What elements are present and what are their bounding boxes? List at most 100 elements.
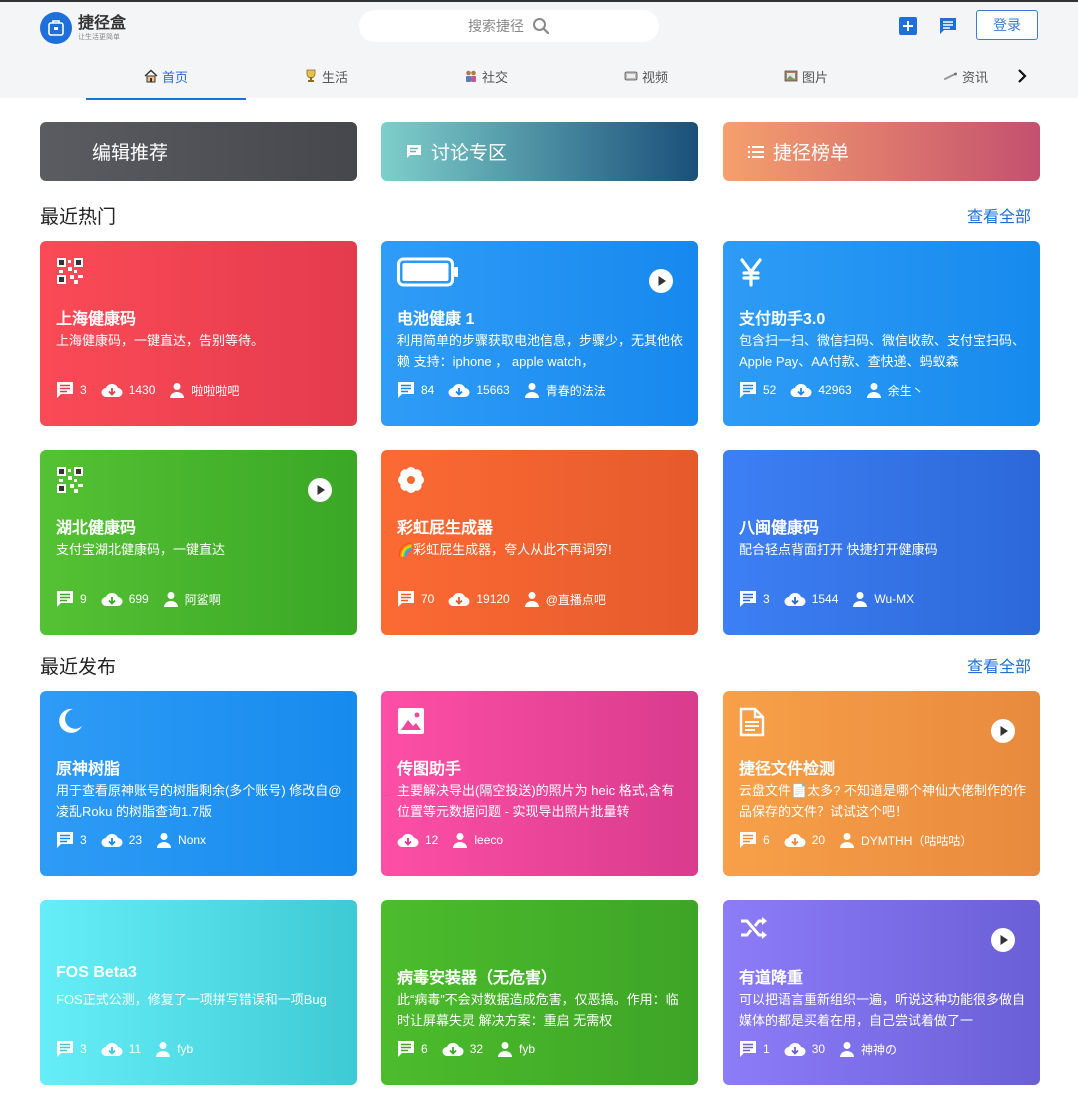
download-cloud-icon — [101, 834, 123, 847]
author: leeco — [452, 832, 503, 848]
qrcode-icon — [56, 257, 86, 287]
user-icon — [853, 592, 868, 607]
play-icon[interactable] — [308, 478, 332, 502]
hot-see-all-link[interactable]: 查看全部 — [967, 203, 1031, 227]
comment-count: 84 — [397, 381, 434, 399]
comment-count: 52 — [739, 381, 776, 399]
shortcut-card[interactable]: 原神树脂用于查看原神账号的树脂剩余(多个账号) 修改自@凌乱Roku 的树脂查询… — [40, 691, 357, 876]
download-count: 12 — [397, 831, 438, 849]
trophy-icon — [304, 69, 318, 83]
card-title: 捷径文件检测 — [739, 761, 836, 778]
comment-icon — [740, 832, 756, 848]
comment-icon — [740, 1041, 756, 1057]
card-title: 传图助手 — [397, 761, 462, 778]
shortcut-card[interactable]: 湖北健康码 支付宝湖北健康码，一键直达 9 699 阿鲨啊 — [40, 450, 357, 635]
comment-count: 70 — [397, 590, 434, 608]
tab-life[interactable]: 生活 — [246, 54, 406, 98]
moon-icon — [56, 707, 86, 737]
hot-section-title: 最近热门 — [40, 207, 117, 228]
card-title: 彩虹屁生成器 — [397, 520, 494, 537]
banner-editor-picks[interactable]: 编辑推荐 — [40, 122, 357, 181]
card-description: 利用简单的步骤获取电池信息，步骤少，无其他依赖 支持：iphone ， appl… — [397, 333, 684, 369]
card-stats: 3 11 fyb — [56, 1040, 207, 1058]
card-description: 可以把语言重新组织一遍，听说这种功能很多做自媒体的都是买着在用，自己尝试着做了一 — [739, 992, 1026, 1028]
header: 捷径盒 让生活更简单 搜索捷径 登录 首页 生活 社交 视频 图片 资讯 — [0, 2, 1078, 100]
download-count: 19120 — [448, 590, 510, 608]
download-cloud-icon — [784, 1043, 806, 1056]
play-icon[interactable] — [991, 928, 1015, 952]
list-icon — [747, 143, 765, 161]
download-cloud-icon — [790, 384, 812, 397]
comment-icon — [57, 382, 73, 398]
add-icon[interactable] — [898, 16, 918, 36]
comment-count: 1 — [739, 1040, 770, 1058]
shortcut-card[interactable]: 电池健康 1 利用简单的步骤获取电池信息，步骤少，无其他依赖 支持：iphone … — [381, 241, 698, 426]
comment-icon — [57, 1041, 73, 1057]
comment-count: 6 — [739, 831, 770, 849]
shortcut-card[interactable]: 病毒安装器（无危害） 此“病毒”不会对数据造成危害，仅恶搞。作用：临时让屏幕失灵 … — [381, 900, 698, 1085]
card-title: 上海健康码 — [56, 311, 137, 328]
author: 青春的法法 — [524, 382, 606, 399]
tab-video[interactable]: 视频 — [566, 54, 726, 98]
recent-see-all-link[interactable]: 查看全部 — [967, 653, 1031, 677]
banner-discussion[interactable]: 讨论专区 — [381, 122, 698, 181]
flower-icon — [397, 466, 427, 496]
card-stats: 6 32 fyb — [397, 1040, 549, 1058]
download-cloud-icon — [448, 384, 470, 397]
shortcut-card[interactable]: 彩虹屁生成器 🌈彩虹屁生成器，夸人从此不再词穷! 70 19120 @直播点吧 — [381, 450, 698, 635]
card-description: 用于查看原神账号的树脂剩余(多个账号) 修改自@凌乱Roku 的树脂查询1.7版 — [56, 783, 342, 819]
shortcut-card[interactable]: 支付助手3.0 包含扫一扫、微信扫码、微信收款、支付宝扫码、Apple Pay、A… — [723, 241, 1040, 426]
search-input[interactable]: 搜索捷径 — [359, 10, 659, 42]
shortcut-card[interactable]: 上海健康码 上海健康码，一键直达，告别等待。 3 1430 啦啦啦吧 — [40, 241, 357, 426]
search-icon — [533, 18, 550, 35]
user-icon — [156, 1042, 171, 1057]
comment-icon — [398, 591, 414, 607]
comment-count: 3 — [56, 831, 87, 849]
card-stats: 12 leeco — [397, 831, 517, 849]
card-stats: 84 15663 青春的法法 — [397, 381, 620, 399]
logo[interactable]: 捷径盒 让生活更简单 — [40, 12, 126, 44]
shortcut-card[interactable]: 捷径文件检测 云盘文件📄太多? 不知道是哪个神仙大佬制作的作品保存的文件？试试这个… — [723, 691, 1040, 876]
download-count: 30 — [784, 1040, 825, 1058]
tab-picture[interactable]: 图片 — [726, 54, 886, 98]
download-count: 699 — [101, 590, 149, 608]
shortcut-card[interactable]: FOS Beta3 FOS正式公测，修复了一项拼写错误和一项Bug 3 11 fyb — [40, 900, 357, 1085]
user-icon — [524, 592, 539, 607]
play-icon[interactable] — [991, 719, 1015, 743]
card-title: 电池健康 1 — [397, 311, 475, 328]
play-icon[interactable] — [649, 269, 673, 293]
card-description: 此“病毒”不会对数据造成危害，仅恶搞。作用：临时让屏幕失灵 解决方案：重启 无需… — [397, 992, 679, 1028]
tab-social[interactable]: 社交 — [406, 54, 566, 98]
banner-ranking[interactable]: 捷径榜单 — [723, 122, 1040, 181]
home-icon — [144, 69, 158, 83]
shortcut-card[interactable]: 八闽健康码 配合轻点背面打开 快捷打开健康码 3 1544 Wu-MX — [723, 450, 1040, 635]
author: DYMTHH（咕咕咕） — [839, 832, 972, 849]
card-stats: 1 30 神神の — [739, 1040, 911, 1058]
shortcut-card[interactable]: 有道降重可以把语言重新组织一遍，听说这种功能很多做自媒体的都是买着在用，自己尝试… — [723, 900, 1040, 1085]
card-stats: 3 23 Nonx — [56, 831, 220, 849]
battery-icon — [397, 257, 458, 287]
message-icon[interactable] — [938, 16, 958, 36]
tab-home[interactable]: 首页 — [86, 54, 246, 100]
card-title: 有道降重 — [739, 970, 804, 987]
download-count: 42963 — [790, 381, 852, 399]
user-icon — [840, 833, 855, 848]
download-cloud-icon — [101, 593, 123, 606]
download-cloud-icon — [784, 593, 806, 606]
card-title: 病毒安装器（无危害） — [397, 970, 558, 987]
comment-icon — [398, 1041, 414, 1057]
comment-icon — [57, 832, 73, 848]
shortcut-card[interactable]: 传图助手 主要解决导出(隔空投送)的照片为 heic 格式,含有位置等元数据问题 … — [381, 691, 698, 876]
author: 神神の — [839, 1041, 897, 1058]
user-icon — [524, 383, 539, 398]
download-cloud-icon — [397, 834, 419, 847]
chevron-right-icon[interactable] — [1012, 66, 1032, 86]
comment-icon — [740, 591, 756, 607]
user-icon — [453, 833, 468, 848]
login-button[interactable]: 登录 — [976, 10, 1038, 40]
user-icon — [866, 383, 881, 398]
author: 阿鲨啊 — [163, 591, 221, 608]
comment-count: 3 — [56, 1040, 87, 1058]
chat-icon — [405, 143, 423, 161]
card-title: 原神树脂 — [56, 761, 121, 778]
